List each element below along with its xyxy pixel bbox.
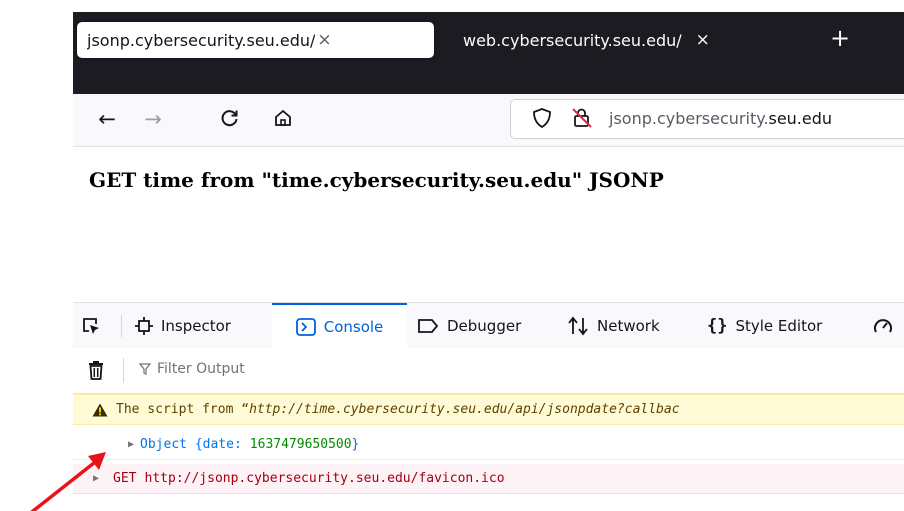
annotation-arrow	[30, 452, 106, 511]
